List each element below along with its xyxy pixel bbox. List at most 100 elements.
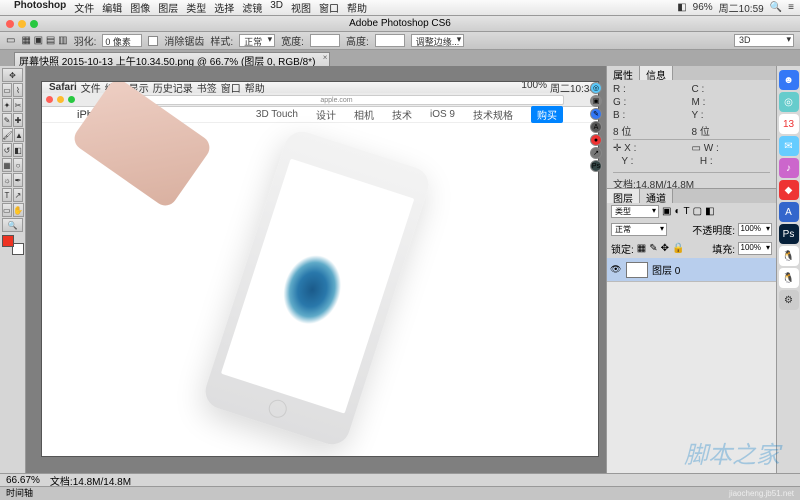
dock-photoshop-icon[interactable]: Ps <box>779 224 799 244</box>
lock-icon[interactable]: ✥ <box>661 243 669 254</box>
lock-icon[interactable]: ✎ <box>649 243 657 254</box>
brush-tool[interactable]: 🖌 <box>2 128 13 142</box>
heal-tool[interactable]: ✚ <box>13 113 23 127</box>
panel-icon[interactable]: ● <box>590 134 602 146</box>
panel-icon[interactable]: ↗ <box>590 147 602 159</box>
notification-icon[interactable]: ≡ <box>788 2 794 13</box>
layer-thumbnail[interactable] <box>626 262 648 278</box>
refine-edge-button[interactable]: 调整边缘... <box>411 34 465 47</box>
tab-info[interactable]: 信息 <box>640 66 673 80</box>
feather-input[interactable]: 0 像素 <box>102 34 142 47</box>
hand-tool[interactable]: ✋ <box>13 203 24 217</box>
info-w: W : <box>704 143 719 154</box>
menu-file[interactable]: 文件 <box>74 0 94 15</box>
dock-safari-icon[interactable]: ◎ <box>779 92 799 112</box>
dock-finder-icon[interactable]: ☻ <box>779 70 799 90</box>
width-input[interactable] <box>310 34 340 47</box>
lasso-tool[interactable]: ⌇ <box>13 83 23 97</box>
document-canvas[interactable]: Safari 文件 编辑 显示 历史记录 书签 窗口 帮助 100%周二10:3… <box>42 82 598 456</box>
path-tool[interactable]: ↗ <box>13 188 23 202</box>
selection-mode-icons[interactable]: ▦ ▣ ▤ ▥ <box>21 35 67 46</box>
menu-filter[interactable]: 滤镜 <box>242 0 262 15</box>
menu-image[interactable]: 图像 <box>130 0 150 15</box>
move-tool[interactable]: ✥ <box>2 68 23 82</box>
spotlight-icon[interactable]: 🔍 <box>770 2 782 13</box>
dock-app-icon[interactable]: ◆ <box>779 180 799 200</box>
dock-calendar-icon[interactable]: 13 <box>779 114 799 134</box>
visibility-icon[interactable]: 👁 <box>610 264 622 275</box>
menu-select[interactable]: 选择 <box>214 0 234 15</box>
menubar-icon[interactable]: ◧ <box>677 2 686 13</box>
zoom-tool[interactable]: 🔍 <box>2 218 23 232</box>
filter-icon[interactable]: ◐ <box>674 206 680 217</box>
menu-layer[interactable]: 图层 <box>158 0 178 15</box>
layer-row[interactable]: 👁 图层 0 <box>607 258 776 282</box>
dock-mail-icon[interactable]: ✉ <box>779 136 799 156</box>
panel-icon[interactable]: A <box>590 121 602 133</box>
wand-tool[interactable]: ✦ <box>2 98 12 112</box>
type-tool[interactable]: T <box>2 188 12 202</box>
minimize-button[interactable] <box>18 20 26 28</box>
tab-channels[interactable]: 通道 <box>640 189 673 203</box>
dock-qq-icon[interactable]: 🐧 <box>779 268 799 288</box>
history-brush-tool[interactable]: ↺ <box>2 143 12 157</box>
eraser-tool[interactable]: ◧ <box>13 143 23 157</box>
tab-layers[interactable]: 图层 <box>607 189 640 203</box>
lock-icon[interactable]: 🔒 <box>672 243 684 254</box>
safari-url-field: apple.com <box>109 95 564 105</box>
pen-tool[interactable]: ✒ <box>13 173 23 187</box>
opacity-input[interactable]: 100% <box>738 223 772 236</box>
menu-window[interactable]: 窗口 <box>319 0 339 15</box>
dock-settings-icon[interactable]: ⚙ <box>779 290 799 310</box>
style-select[interactable]: 正常 <box>239 34 275 47</box>
filter-icon[interactable]: ▢ <box>693 206 702 217</box>
clock[interactable]: 周二10:59 <box>719 0 764 15</box>
close-button[interactable] <box>6 20 14 28</box>
mac-dock: ☻ ◎ 13 ✉ ♪ ◆ A Ps 🐧 🐧 ⚙ <box>776 66 800 474</box>
menu-edit[interactable]: 编辑 <box>102 0 122 15</box>
marquee-tool[interactable]: ▭ <box>2 83 12 97</box>
panel-icon[interactable]: Ps <box>590 160 602 172</box>
timeline-bar[interactable]: 时间轴 <box>0 486 800 500</box>
crop-tool[interactable]: ✂ <box>13 98 23 112</box>
layer-name[interactable]: 图层 0 <box>652 262 680 277</box>
dodge-tool[interactable]: ☼ <box>2 173 12 187</box>
shape-tool[interactable]: ▭ <box>2 203 12 217</box>
menu-type[interactable]: 类型 <box>186 0 206 15</box>
filter-icon[interactable]: T <box>684 206 690 217</box>
document-tab[interactable]: 屏幕快照 2015-10-13 上午10.34.50.png @ 66.7% (… <box>14 52 330 66</box>
blend-mode-select[interactable]: 正常 <box>611 223 667 236</box>
tab-properties[interactable]: 属性 <box>607 66 640 80</box>
filter-icon[interactable]: ▣ <box>662 206 671 217</box>
color-swatches[interactable] <box>2 235 24 255</box>
panel-icon[interactable]: ▣ <box>590 95 602 107</box>
zoom-button[interactable] <box>30 20 38 28</box>
blur-tool[interactable]: ○ <box>13 158 23 172</box>
gradient-tool[interactable]: ▦ <box>2 158 12 172</box>
menu-3d[interactable]: 3D <box>270 0 283 15</box>
layer-list[interactable]: 👁 图层 0 <box>607 258 776 474</box>
layer-filter-select[interactable]: 类型 <box>611 205 659 218</box>
menu-view[interactable]: 视图 <box>291 0 311 15</box>
canvas-area[interactable]: Safari 文件 编辑 显示 历史记录 书签 窗口 帮助 100%周二10:3… <box>26 66 606 474</box>
marquee-tool-icon[interactable]: ▭ <box>6 35 15 46</box>
eyedropper-tool[interactable]: ✎ <box>2 113 12 127</box>
menu-appname[interactable]: Photoshop <box>14 0 66 15</box>
stamp-tool[interactable]: ▲ <box>14 128 24 142</box>
dock-qq-icon[interactable]: 🐧 <box>779 246 799 266</box>
dock-itunes-icon[interactable]: ♪ <box>779 158 799 178</box>
height-input[interactable] <box>375 34 405 47</box>
workspace-select[interactable]: 3D <box>734 34 794 47</box>
antialias-checkbox[interactable] <box>148 36 158 46</box>
zoom-level[interactable]: 66.67% <box>6 475 40 486</box>
panel-icon[interactable]: ◎ <box>590 82 602 94</box>
info-m: M : <box>692 97 706 108</box>
close-tab-icon[interactable]: × <box>323 53 328 62</box>
fill-input[interactable]: 100% <box>738 242 772 255</box>
panel-icon[interactable]: ✎ <box>590 108 602 120</box>
menu-help[interactable]: 帮助 <box>347 0 367 15</box>
lock-icon[interactable]: ▦ <box>637 243 646 254</box>
filter-icon[interactable]: ◧ <box>705 206 714 217</box>
battery-indicator[interactable]: 96% <box>693 2 713 13</box>
dock-appstore-icon[interactable]: A <box>779 202 799 222</box>
